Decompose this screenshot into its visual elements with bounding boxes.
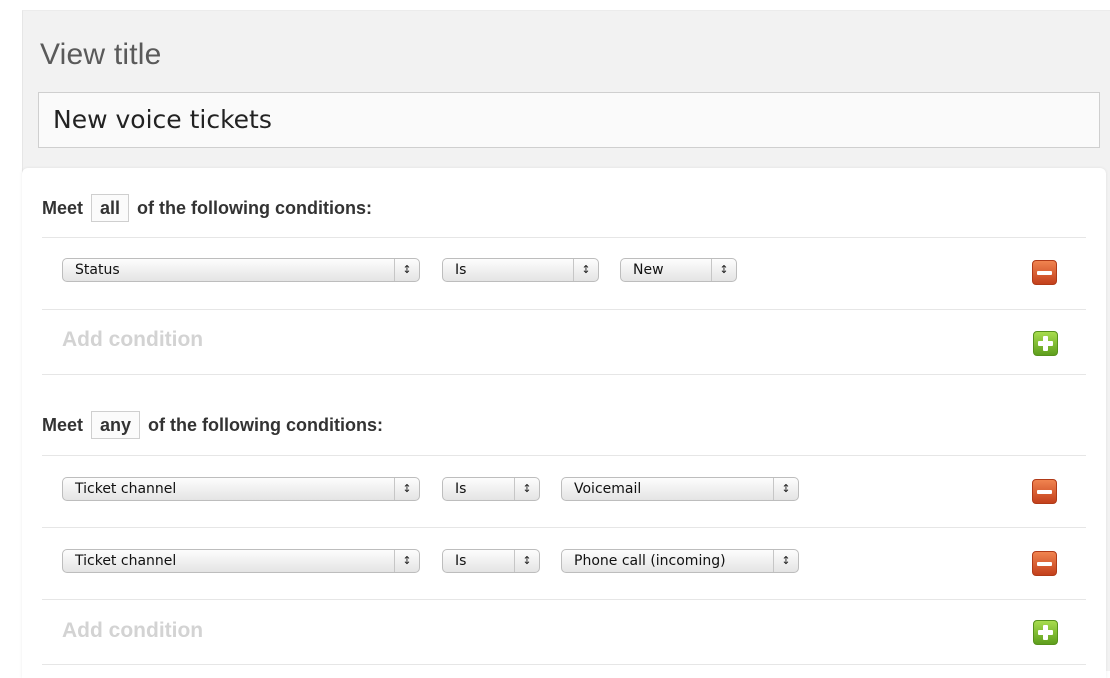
view-title-input[interactable]: New voice tickets (38, 92, 1100, 148)
condition-operator-select[interactable]: Is ↕ (442, 258, 599, 282)
updown-arrows-icon: ↕ (711, 259, 736, 281)
meet-any-suffix: of the following conditions: (148, 414, 384, 435)
condition-value-select[interactable]: Voicemail ↕ (561, 477, 799, 501)
condition-value-select[interactable]: New ↕ (620, 258, 737, 282)
meet-any-mode-select[interactable]: any (91, 411, 141, 439)
divider (42, 527, 1086, 528)
updown-arrows-icon: ↕ (394, 259, 419, 281)
meet-all-header: Meet all of the following conditions: (42, 193, 372, 223)
remove-condition-button[interactable] (1032, 260, 1057, 285)
updown-arrows-icon: ↕ (394, 478, 419, 500)
condition-operator-select[interactable]: Is ↕ (442, 549, 540, 573)
view-title-label: View title (40, 38, 162, 71)
condition-value-label: Voicemail (574, 481, 642, 497)
condition-field-label: Status (75, 262, 120, 278)
divider (42, 455, 1086, 456)
plus-icon (1038, 625, 1053, 640)
meet-any-header: Meet any of the following conditions: (42, 410, 383, 440)
condition-operator-label: Is (455, 262, 467, 278)
condition-operator-label: Is (455, 553, 467, 569)
add-condition-button[interactable] (1033, 331, 1058, 356)
remove-condition-button[interactable] (1032, 479, 1057, 504)
updown-arrows-icon: ↕ (514, 550, 539, 572)
updown-arrows-icon: ↕ (773, 478, 798, 500)
add-condition-label[interactable]: Add condition (62, 328, 203, 352)
minus-icon (1037, 561, 1052, 566)
minus-icon (1037, 489, 1052, 494)
divider (42, 374, 1086, 375)
condition-field-select[interactable]: Ticket channel ↕ (62, 549, 420, 573)
divider (42, 237, 1086, 238)
remove-condition-button[interactable] (1032, 551, 1057, 576)
condition-operator-select[interactable]: Is ↕ (442, 477, 540, 501)
add-condition-button[interactable] (1033, 620, 1058, 645)
meet-any-prefix: Meet (42, 414, 84, 435)
add-condition-label[interactable]: Add condition (62, 619, 203, 643)
minus-icon (1037, 270, 1052, 275)
updown-arrows-icon: ↕ (394, 550, 419, 572)
condition-field-label: Ticket channel (75, 553, 177, 569)
condition-value-label: Phone call (incoming) (574, 553, 726, 569)
updown-arrows-icon: ↕ (773, 550, 798, 572)
condition-value-select[interactable]: Phone call (incoming) ↕ (561, 549, 799, 573)
condition-field-select[interactable]: Status ↕ (62, 258, 420, 282)
meet-all-mode-select[interactable]: all (91, 194, 130, 222)
condition-operator-label: Is (455, 481, 467, 497)
updown-arrows-icon: ↕ (514, 478, 539, 500)
condition-field-select[interactable]: Ticket channel ↕ (62, 477, 420, 501)
plus-icon (1038, 336, 1053, 351)
condition-value-label: New (633, 262, 664, 278)
meet-all-prefix: Meet (42, 197, 84, 218)
condition-field-label: Ticket channel (75, 481, 177, 497)
meet-all-suffix: of the following conditions: (137, 197, 372, 218)
divider (42, 599, 1086, 600)
updown-arrows-icon: ↕ (573, 259, 598, 281)
divider (42, 309, 1086, 310)
divider (42, 664, 1086, 665)
